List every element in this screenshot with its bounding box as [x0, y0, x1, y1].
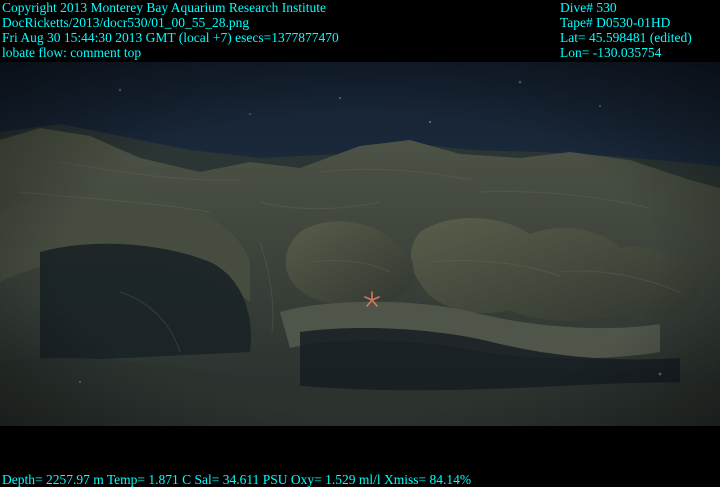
seafloor-scene — [0, 62, 720, 426]
overlay-top-left: Copyright 2013 Monterey Bay Aquarium Res… — [2, 0, 339, 60]
overlay-bottom: Depth= 2257.97 m Temp= 1.871 C Sal= 34.6… — [2, 472, 471, 487]
comment-text: lobate flow: comment top — [2, 45, 142, 60]
latitude-text: Lat= 45.598481 (edited) — [560, 30, 692, 45]
overlay-top-right: Dive# 530 Tape# D0530-01HD Lat= 45.59848… — [560, 0, 692, 60]
dive-number-text: Dive# 530 — [560, 0, 617, 15]
longitude-text: Lon= -130.035754 — [560, 45, 662, 60]
timestamp-text: Fri Aug 30 15:44:30 2013 GMT (local +7) … — [2, 30, 339, 45]
tape-number-text: Tape# D0530-01HD — [560, 15, 671, 30]
vignette — [0, 62, 720, 426]
seafloor-image — [0, 62, 720, 426]
video-frame: Copyright 2013 Monterey Bay Aquarium Res… — [0, 0, 720, 487]
image-path-text: DocRicketts/2013/docr530/01_00_55_28.png — [2, 15, 250, 30]
sensor-readout-text: Depth= 2257.97 m Temp= 1.871 C Sal= 34.6… — [2, 472, 472, 487]
copyright-text: Copyright 2013 Monterey Bay Aquarium Res… — [2, 0, 326, 15]
